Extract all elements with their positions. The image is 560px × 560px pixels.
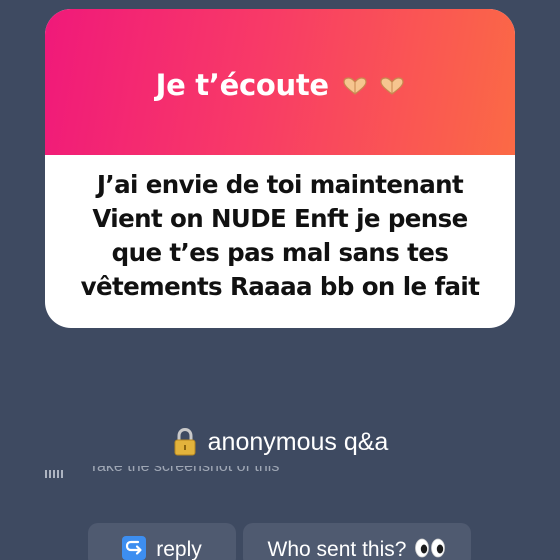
- eyes-icon: [415, 538, 446, 558]
- question-card: Je t’écoute J’ai envie de toi maintenant…: [45, 9, 515, 328]
- anonymous-label-text: anonymous q&a: [207, 427, 389, 456]
- lock-icon: [174, 427, 196, 456]
- who-sent-button[interactable]: Who sent this?: [243, 523, 471, 560]
- card-title-text: Je t’écoute: [155, 68, 329, 102]
- question-line: que t’es pas mal sans tes: [111, 237, 449, 267]
- card-body: J’ai envie de toi maintenant Vient on NU…: [45, 155, 515, 328]
- hint-text: Take the screenshot of this: [89, 466, 280, 475]
- screenshot-icon: [45, 470, 65, 478]
- card-title: Je t’écoute: [156, 68, 405, 102]
- question-line: J’ai envie de toi maintenant: [96, 169, 464, 199]
- question-line: vêtements Raaaa bb on le fait: [80, 271, 480, 301]
- anonymous-label: anonymous q&a: [0, 424, 560, 460]
- heart-hands-icon: [380, 77, 404, 95]
- action-bar: reply Who sent this?: [0, 523, 560, 560]
- heart-hands-icon: [342, 77, 367, 95]
- who-sent-button-label: Who sent this?: [267, 538, 407, 560]
- question-text: J’ai envie de toi maintenant Vient on NU…: [65, 168, 496, 304]
- reply-button[interactable]: reply: [88, 523, 236, 560]
- reply-button-label: reply: [156, 538, 202, 560]
- screenshot-hint: Take the screenshot of this: [45, 466, 345, 480]
- question-line: Vient on NUDE Enft je pense: [92, 203, 468, 233]
- screen: Je t’écoute J’ai envie de toi maintenant…: [0, 0, 560, 560]
- card-header: Je t’écoute: [45, 9, 515, 155]
- reply-arrow-icon: [122, 536, 147, 560]
